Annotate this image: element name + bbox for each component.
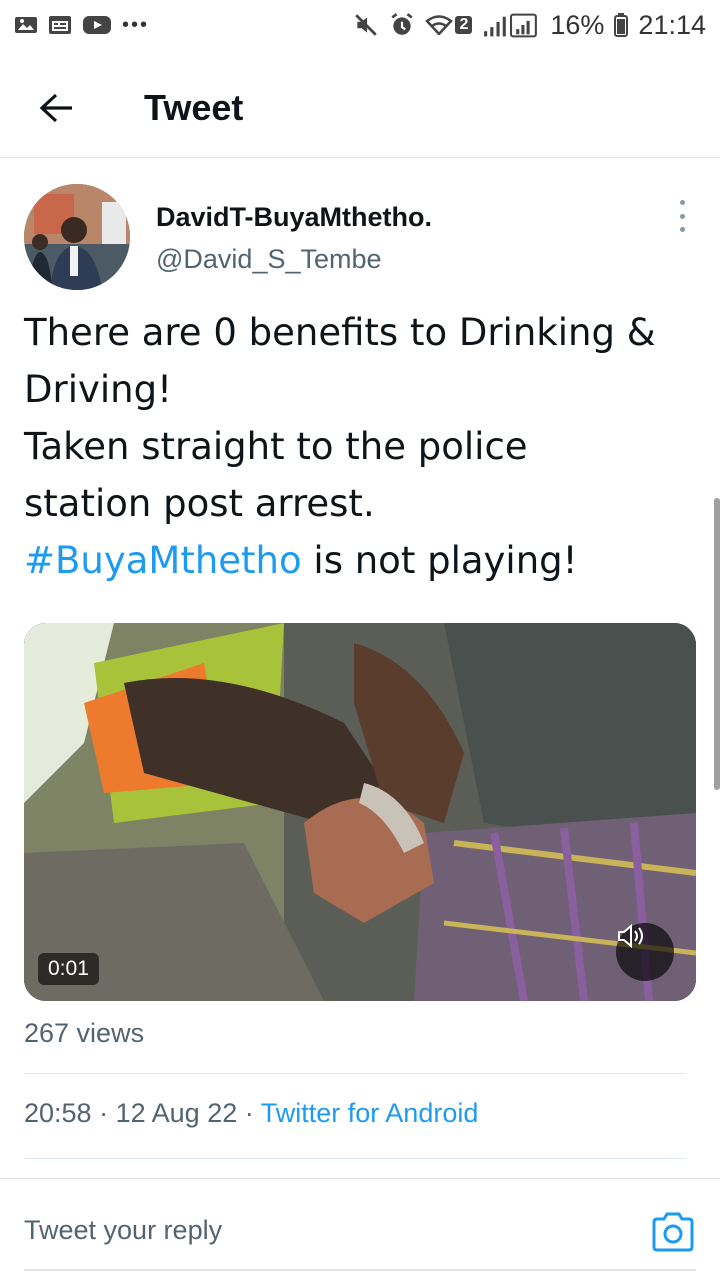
clock: 21:14 <box>638 9 706 40</box>
avatar[interactable] <box>24 184 130 290</box>
youtube-icon <box>83 16 111 34</box>
signal-icon <box>484 13 538 38</box>
scrollbar[interactable] <box>714 498 720 790</box>
tweet-text-line: station post arrest. <box>24 482 375 525</box>
tweet-text-line: Driving! <box>24 368 172 411</box>
meta-separator: · <box>244 1098 254 1128</box>
wifi-badge: 2 <box>455 16 473 34</box>
video-timecode: 0:01 <box>38 953 99 985</box>
tweet-source-link[interactable]: Twitter for Android <box>261 1098 479 1128</box>
video-player[interactable]: 0:01 <box>24 623 696 1001</box>
status-bar: ••• 2 16% 21:14 <box>0 0 720 50</box>
reply-bar: Tweet your reply <box>0 1178 720 1280</box>
user-handle[interactable]: @David_S_Tembe <box>156 244 382 275</box>
reply-underline <box>24 1269 696 1271</box>
unmute-button[interactable] <box>616 923 674 981</box>
alarm-icon <box>391 13 414 35</box>
view-count: 267 views <box>24 1018 145 1048</box>
wifi-status: 2 <box>425 15 473 35</box>
add-media-button[interactable] <box>650 1209 696 1255</box>
back-button[interactable] <box>26 78 86 138</box>
arrow-left-icon <box>39 93 72 122</box>
battery-percent: 16% <box>550 9 605 40</box>
divider <box>24 1158 686 1159</box>
display-name[interactable]: DavidT-BuyaMthetho. <box>156 202 432 233</box>
tweet-author: DavidT-BuyaMthetho. @David_S_Tembe <box>24 184 696 294</box>
battery-icon <box>614 13 629 37</box>
tweet-date: 12 Aug 22 <box>115 1098 238 1128</box>
divider <box>24 1073 686 1074</box>
top-app-bar: Tweet <box>0 58 720 158</box>
page-title: Tweet <box>144 86 244 128</box>
mute-icon <box>355 14 378 36</box>
more-dots-icon: ••• <box>122 13 150 36</box>
speaker-muted-icon <box>618 923 643 949</box>
wifi-icon <box>425 15 454 35</box>
tweet-text-line: There are 0 benefits to Drinking & <box>24 311 656 354</box>
camera-icon <box>652 1212 694 1252</box>
tweet-text-tail: is not playing! <box>301 539 578 582</box>
tweet-time: 20:58 <box>24 1098 92 1128</box>
reply-input[interactable]: Tweet your reply <box>24 1215 222 1246</box>
more-options-button[interactable] <box>672 200 692 232</box>
calendar-icon <box>49 16 71 34</box>
video-frame <box>24 623 696 1001</box>
tweet-text-line: #BuyaMthetho is not playing! <box>24 532 704 589</box>
tweet-text-line: Taken straight to the police <box>24 425 528 468</box>
more-vertical-icon <box>679 200 685 205</box>
hashtag-link[interactable]: #BuyaMthetho <box>24 539 302 582</box>
tweet-text: There are 0 benefits to Drinking & Drivi… <box>24 304 704 589</box>
gallery-icon <box>15 17 37 33</box>
meta-separator: · <box>99 1098 109 1128</box>
tweet-meta: 20:58 · 12 Aug 22 · Twitter for Android <box>24 1098 478 1129</box>
